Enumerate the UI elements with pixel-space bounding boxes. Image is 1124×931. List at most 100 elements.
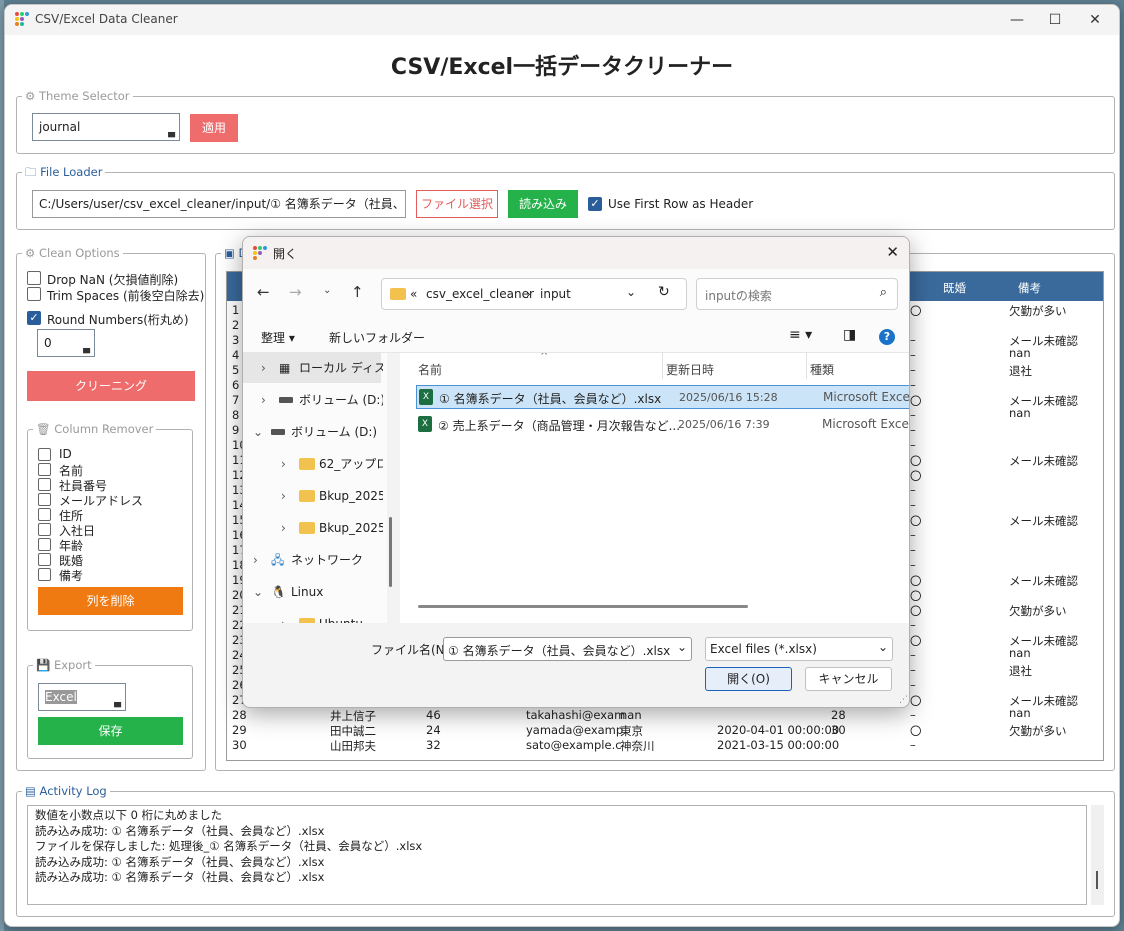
help-icon[interactable]: ? [879, 329, 895, 345]
column-checkbox[interactable] [38, 478, 51, 491]
column-type[interactable]: 種類 [810, 361, 834, 378]
drop-nan-checkbox[interactable] [27, 271, 41, 285]
column-checkbox[interactable] [38, 523, 51, 536]
activity-log-legend: ▤ Activity Log [22, 784, 110, 798]
tree-item[interactable]: › 62_アップロード [243, 449, 383, 479]
tree-expand-icon[interactable]: › [281, 609, 286, 623]
table-cell: nan [620, 708, 642, 722]
tree-item[interactable]: › Bkup_2025.06.( [243, 513, 383, 543]
married-cell: – [910, 558, 916, 572]
married-cell: – [910, 543, 916, 557]
column-modified[interactable]: 更新日時 [666, 361, 714, 378]
file-path-input[interactable]: C:/Users/user/csv_excel_cleaner/input/① … [32, 190, 406, 218]
header-checkbox[interactable]: ✓ [588, 197, 602, 211]
maximize-icon[interactable]: ☐ [1035, 9, 1075, 31]
chevron-down-icon[interactable]: ⌄ [677, 640, 687, 654]
tree-item[interactable]: ⌄ ボリューム (D:) [243, 417, 383, 447]
tree-item[interactable]: › ボリューム (D:) [243, 385, 383, 415]
round-digits-value: 0 [44, 336, 52, 350]
close-icon[interactable]: ✕ [1075, 9, 1115, 31]
theme-combo[interactable]: journal ▄ [32, 113, 180, 141]
column-checkbox[interactable] [38, 448, 51, 461]
preview-pane-icon[interactable]: ◨ [843, 327, 856, 343]
tree-expand-icon[interactable]: › [281, 513, 286, 543]
forward-icon[interactable]: → [289, 283, 302, 301]
recent-chevron-icon[interactable]: ⌄ [323, 285, 331, 296]
column-checkbox[interactable] [38, 553, 51, 566]
open-button[interactable]: 開く(O) [705, 667, 792, 691]
filename-label: ファイル名(N): [371, 643, 454, 657]
married-cell: – [910, 498, 916, 512]
tree-expand-icon[interactable]: › [281, 481, 286, 511]
table-cell: sato@example.c [526, 738, 622, 752]
save-button[interactable]: 保存 [38, 717, 183, 745]
file-type: Microsoft Excel [822, 417, 910, 431]
remove-columns-button[interactable]: 列を削除 [38, 587, 183, 615]
row-number: 8 [232, 408, 240, 422]
table-cell: 32 [426, 738, 441, 752]
breadcrumb-item[interactable]: input [540, 287, 571, 301]
notes-cell: nan [1009, 346, 1031, 360]
cancel-button[interactable]: キャンセル [805, 667, 892, 691]
breadcrumb-item[interactable]: csv_excel_cleaner [426, 287, 534, 301]
tree-item-label: Ubuntu [319, 609, 363, 623]
round-checkbox[interactable]: ✓ [27, 311, 41, 325]
tree-item[interactable]: › Bkup_2025.05. [243, 481, 383, 511]
column-checkbox[interactable] [38, 508, 51, 521]
tree-item-label: ローカル ディスク [299, 361, 383, 375]
tree-expand-icon[interactable]: › [261, 385, 266, 415]
round-digits-combo[interactable]: 0 ▄ [37, 329, 95, 357]
tree-scrollbar-thumb[interactable] [389, 517, 392, 587]
tree-item[interactable]: ⌄ 🐧 Linux [243, 577, 383, 607]
trim-checkbox[interactable] [27, 287, 41, 301]
tree-expand-icon[interactable]: › [281, 449, 286, 479]
tree-expand-icon[interactable]: › [261, 353, 266, 383]
load-button[interactable]: 読み込み [508, 190, 578, 218]
local-disk-icon: ▦ [279, 361, 291, 375]
organize-menu[interactable]: 整理 ▾ [261, 329, 295, 346]
file-row[interactable]: X ② 売上系データ（商品管理・月次報告など... 2025/06/16 7:39 M… [416, 413, 910, 437]
column-checkbox[interactable] [38, 538, 51, 551]
refresh-icon[interactable]: ↻ [658, 284, 670, 300]
column-checkbox[interactable] [38, 493, 51, 506]
column-checkbox[interactable] [38, 568, 51, 581]
tree-item[interactable]: › ▦ ローカル ディスク [243, 353, 383, 383]
address-bar[interactable]: « csv_excel_cleaner › input ⌄ ↻ [381, 278, 687, 310]
search-input[interactable]: inputの検索 ⌕ [696, 278, 898, 310]
file-row[interactable]: X ① 名簿系データ（社員、会員など）.xlsx 2025/06/16 15:28 M… [416, 385, 909, 409]
tree-item-label: ボリューム (D:) [299, 393, 383, 407]
filename-input[interactable]: ① 名簿系データ（社員、会員など）.xlsx ⌄ [443, 637, 692, 661]
export-format-combo[interactable]: Excel ▄ [38, 683, 126, 711]
clean-button[interactable]: クリーニング [27, 371, 195, 401]
file-type-filter[interactable]: Excel files (*.xlsx) ⌄ [705, 637, 893, 661]
view-menu-icon[interactable]: ≡ ▾ [789, 327, 812, 343]
column-checkbox[interactable] [38, 463, 51, 476]
chevron-down-icon: ▄ [83, 344, 90, 354]
column-name[interactable]: 名前 [418, 361, 442, 378]
app-heading: CSV/Excel一括データクリーナー [390, 55, 734, 80]
tree-item[interactable]: › Ubuntu [243, 609, 383, 623]
log-scrollbar[interactable] [1091, 805, 1104, 905]
tree-expand-icon[interactable]: › [253, 545, 258, 575]
tree-expand-icon[interactable]: ⌄ [253, 417, 263, 447]
resize-grip-icon[interactable]: ⋰ [899, 695, 908, 705]
tree-item[interactable]: › 🖧 ネットワーク [243, 545, 383, 575]
tree-expand-icon[interactable]: ⌄ [253, 577, 263, 607]
dialog-close-icon[interactable]: ✕ [886, 243, 899, 261]
table-cell: 山田邦夫 [330, 739, 376, 753]
log-line: 読み込み成功: ① 名簿系データ（社員、会員など）.xlsx [35, 854, 325, 869]
apply-theme-button[interactable]: 適用 [190, 114, 238, 142]
log-scrollbar-thumb[interactable] [1096, 871, 1098, 889]
select-file-button[interactable]: ファイル選択 [416, 190, 498, 218]
breadcrumb-overflow[interactable]: « [410, 287, 417, 301]
theme-legend: ⚙ Theme Selector [22, 89, 133, 103]
new-folder-button[interactable]: 新しいフォルダー [329, 329, 425, 346]
notes-cell: メール未確認 [1009, 454, 1078, 468]
h-scrollbar-thumb[interactable] [418, 605, 748, 608]
up-icon[interactable]: ↑ [351, 283, 364, 301]
chevron-down-icon[interactable]: ⌄ [626, 285, 636, 299]
tree-item-label: Linux [291, 585, 324, 599]
back-icon[interactable]: ← [257, 283, 270, 301]
minimize-icon[interactable]: — [997, 9, 1037, 31]
chevron-down-icon: ⌄ [877, 640, 888, 654]
